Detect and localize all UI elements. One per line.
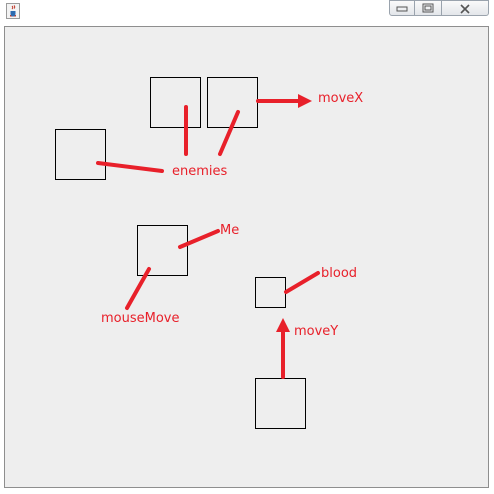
- close-icon: [460, 4, 470, 14]
- maximize-icon: [422, 3, 434, 13]
- game-canvas[interactable]: [4, 26, 489, 488]
- minimize-button[interactable]: [389, 0, 415, 16]
- enemy-box: [207, 77, 258, 128]
- close-button[interactable]: [441, 0, 489, 16]
- enemy-box: [55, 129, 106, 180]
- java-cup-icon: [6, 3, 20, 19]
- player-box: [137, 225, 188, 276]
- minimize-icon: [396, 6, 408, 12]
- moving-box: [255, 378, 306, 429]
- maximize-button[interactable]: [414, 0, 442, 16]
- window-titlebar: [0, 0, 494, 22]
- enemy-box: [150, 77, 201, 128]
- blood-box: [255, 277, 286, 308]
